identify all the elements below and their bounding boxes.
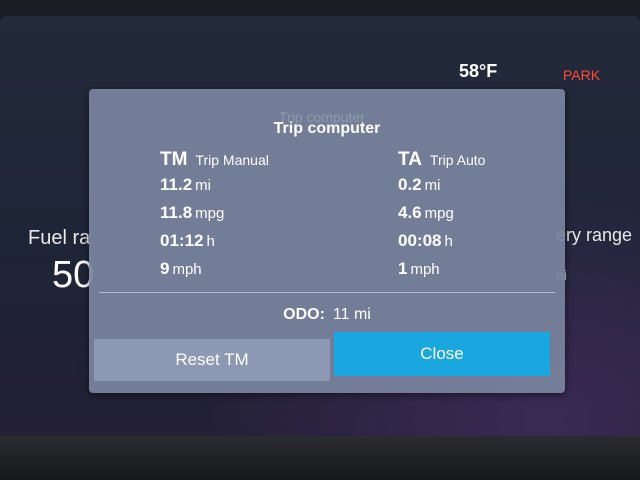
fuel-range-value: 50 — [52, 254, 95, 296]
stat-unit: mi — [195, 177, 211, 194]
odometer-value: 11 mi — [332, 306, 371, 323]
trip-manual-distance: 11.2 mi — [160, 175, 269, 203]
stat-value: 4.6 — [398, 203, 422, 222]
stat-value: 0.2 — [398, 175, 422, 194]
trip-manual-name: Trip Manual — [195, 152, 269, 168]
stat-value: 11.8 — [160, 203, 193, 222]
outside-temperature: 58°F — [459, 61, 498, 81]
odometer-label: ODO: — [283, 306, 325, 323]
stat-unit: mph — [410, 261, 440, 278]
stat-unit: h — [444, 233, 453, 250]
stat-unit: mpg — [424, 205, 454, 222]
trip-auto-abbr: TA — [398, 149, 422, 170]
fuel-range-label: Fuel ra — [28, 227, 91, 249]
trip-auto-speed: 1 mph — [398, 259, 485, 287]
stat-unit: mpg — [195, 205, 225, 222]
stat-unit: mi — [424, 177, 441, 194]
stat-value: 1 — [398, 259, 408, 278]
trip-manual-time: 01:12 h — [160, 231, 269, 259]
trip-manual-economy: 11.8 mpg — [160, 203, 269, 231]
trip-computer-dialog: Trip computer Trip computer TM Trip Manu… — [89, 89, 565, 393]
trip-auto-time: 00:08 h — [398, 231, 485, 259]
trip-manual-abbr: TM — [160, 149, 188, 170]
trip-auto-column: TA Trip Auto 0.2 mi 4.6 mpg 00:08 h 1 mp… — [398, 149, 485, 287]
trip-manual-column: TM Trip Manual 11.2 mi 11.8 mpg 01:12 h … — [160, 149, 269, 287]
trip-manual-speed: 9 mph — [160, 259, 269, 287]
trip-auto-name: Trip Auto — [429, 152, 486, 168]
dialog-title: Trip computer — [273, 120, 381, 137]
trip-auto-header: TA Trip Auto — [398, 149, 485, 175]
trip-auto-distance: 0.2 mi — [398, 175, 485, 203]
screen-bezel — [0, 436, 640, 480]
stat-value: 01:12 — [160, 231, 204, 250]
gear-indicator: PARK — [563, 67, 601, 83]
reset-tm-button[interactable]: Reset TM — [94, 339, 330, 381]
trip-manual-header: TM Trip Manual — [160, 149, 269, 175]
trip-auto-economy: 4.6 mpg — [398, 203, 485, 231]
stat-value: 11.2 — [160, 175, 193, 194]
infotainment-screen: 58°F PARK Fuel ra 50 ery range ni Trip c… — [0, 16, 640, 464]
stat-value: 00:08 — [398, 231, 442, 250]
stat-value: 9 — [160, 259, 170, 278]
divider — [99, 292, 555, 293]
battery-range-label: ery range — [556, 225, 633, 245]
odometer: ODO: 11 mi — [89, 306, 565, 324]
close-button[interactable]: Close — [334, 332, 550, 376]
stat-unit: mph — [172, 261, 202, 278]
stat-unit: h — [206, 233, 215, 250]
